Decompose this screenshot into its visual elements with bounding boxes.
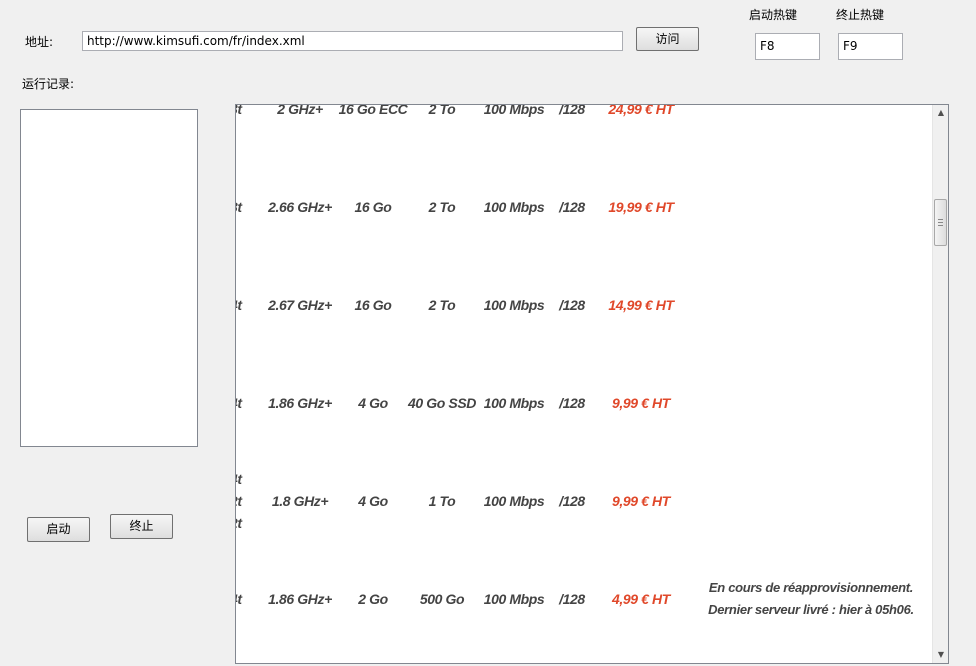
- ip-cell: /128: [559, 493, 585, 509]
- row-edge-text: 3t: [236, 199, 242, 215]
- bandwidth-cell: 100 Mbps: [483, 493, 545, 509]
- price-cell[interactable]: 9,99 € HT: [596, 391, 686, 415]
- ram-cell: 2 Go: [358, 591, 388, 607]
- browser-content: 3t 2 GHz+ 16 Go ECC 2 To 100 Mbps /128 2…: [236, 105, 933, 663]
- ip-cell: /128: [559, 199, 585, 215]
- web-browser-view[interactable]: 3t 2 GHz+ 16 Go ECC 2 To 100 Mbps /128 2…: [235, 104, 949, 664]
- row-edge-text: 2t: [236, 515, 242, 531]
- server-row: 3t 2 GHz+ 16 Go ECC 2 To 100 Mbps /128 2…: [236, 105, 933, 121]
- ram-cell: 4 Go: [358, 395, 388, 411]
- cpu-cell: 2 GHz+: [277, 105, 323, 117]
- restock-notice-line: Dernier serveur livré : hier à 05h06.: [708, 602, 914, 617]
- price-cell[interactable]: 24,99 € HT: [596, 105, 686, 121]
- scroll-up-arrow-icon[interactable]: ▲: [933, 105, 948, 121]
- server-row: 4t 1.86 GHz+ 4 Go 40 Go SSD 100 Mbps /12…: [236, 391, 933, 415]
- disk-cell: 2 To: [428, 297, 456, 313]
- start-hotkey-input[interactable]: F8: [755, 33, 820, 60]
- scroll-thumb[interactable]: [934, 199, 947, 246]
- log-label: 运行记录:: [22, 77, 75, 91]
- price-cell[interactable]: 4,99 € HT: [596, 587, 686, 611]
- stop-button[interactable]: 终止: [110, 514, 173, 539]
- price-cell[interactable]: 14,99 € HT: [596, 293, 686, 317]
- stop-hotkey-input[interactable]: F9: [838, 33, 903, 60]
- ip-cell: /128: [559, 297, 585, 313]
- visit-button[interactable]: 访问: [636, 27, 699, 51]
- row-edge-text: 3t: [236, 105, 242, 117]
- start-button[interactable]: 启动: [27, 517, 90, 542]
- server-row: 3t 2.66 GHz+ 16 Go 2 To 100 Mbps /128 19…: [236, 195, 933, 219]
- scroll-down-arrow-icon[interactable]: ▼: [933, 647, 948, 663]
- server-row: 2t 1.8 GHz+ 4 Go 1 To 100 Mbps /128 9,99…: [236, 489, 933, 513]
- row-edge-text: 4t: [236, 395, 242, 411]
- log-list[interactable]: [20, 109, 198, 447]
- disk-cell: 500 Go: [419, 591, 465, 607]
- bandwidth-cell: 100 Mbps: [483, 297, 545, 313]
- ram-cell: 16 Go: [354, 297, 392, 313]
- disk-cell: 1 To: [428, 493, 456, 509]
- ram-cell: 4 Go: [358, 493, 388, 509]
- vertical-scrollbar[interactable]: ▲ ▼: [932, 105, 948, 663]
- disk-cell: 2 To: [428, 199, 456, 215]
- ip-cell: /128: [559, 105, 585, 117]
- cpu-cell: 1.86 GHz+: [268, 591, 332, 607]
- restock-notice-line: En cours de réapprovisionnement.: [708, 580, 914, 595]
- row-edge-text: 4t: [236, 591, 242, 607]
- disk-cell: 2 To: [428, 105, 456, 117]
- bandwidth-cell: 100 Mbps: [483, 199, 545, 215]
- bandwidth-cell: 100 Mbps: [483, 395, 545, 411]
- cpu-cell: 2.66 GHz+: [268, 199, 332, 215]
- row-edge-text: 4t: [236, 297, 242, 313]
- ip-cell: /128: [559, 591, 585, 607]
- ram-cell: 16 Go: [354, 199, 392, 215]
- row-edge-text: 2t: [236, 493, 242, 509]
- disk-cell: 40 Go SSD: [408, 395, 476, 411]
- cpu-cell: 2.67 GHz+: [268, 297, 332, 313]
- price-cell[interactable]: 9,99 € HT: [596, 489, 686, 513]
- start-hotkey-label: 启动热键: [749, 8, 798, 22]
- server-row: 4t 2.67 GHz+ 16 Go 2 To 100 Mbps /128 14…: [236, 293, 933, 317]
- bandwidth-cell: 100 Mbps: [483, 105, 545, 117]
- cpu-cell: 1.8 GHz+: [271, 493, 329, 509]
- price-cell[interactable]: 19,99 € HT: [596, 195, 686, 219]
- address-label: 地址:: [25, 35, 54, 49]
- bandwidth-cell: 100 Mbps: [483, 591, 545, 607]
- cpu-cell: 1.86 GHz+: [268, 395, 332, 411]
- restock-notice: En cours de réapprovisionnement. Dernier…: [696, 577, 926, 621]
- ip-cell: /128: [559, 395, 585, 411]
- stop-hotkey-label: 终止热键: [836, 8, 885, 22]
- ram-cell: 16 Go ECC: [338, 105, 408, 117]
- row-edge-text: 4t: [236, 471, 242, 487]
- address-input[interactable]: http://www.kimsufi.com/fr/index.xml: [82, 31, 623, 51]
